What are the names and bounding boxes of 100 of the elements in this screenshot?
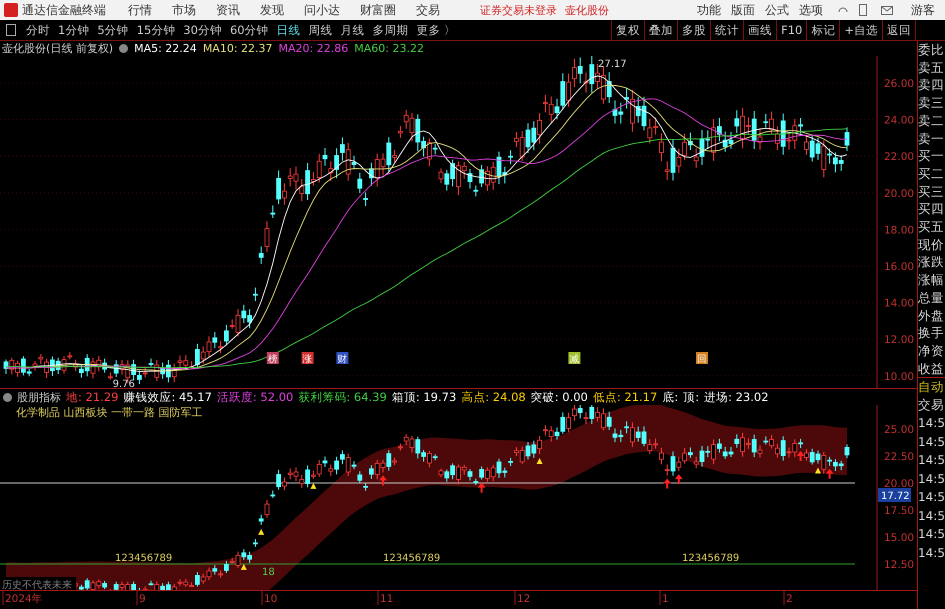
quote-field-label[interactable]: 买四	[918, 200, 945, 218]
period-tab[interactable]: 更多 〉	[412, 20, 460, 40]
time-label: 14:5	[918, 470, 945, 488]
quote-field-label[interactable]: 卖四	[918, 76, 945, 94]
menu-item[interactable]: 行情	[128, 2, 152, 18]
mode-label[interactable]: 自动	[918, 377, 945, 396]
menu-item[interactable]: 问小达	[304, 2, 340, 18]
event-marker[interactable]: 榜	[266, 352, 279, 365]
price-axis-label: 12.00	[884, 334, 914, 346]
quote-field-label[interactable]: 涨跌	[918, 253, 945, 272]
login-status: 证券交易未登录	[480, 2, 557, 18]
menu-item[interactable]: 公式	[765, 2, 789, 18]
quote-field-label[interactable]: 买五	[918, 218, 945, 236]
moving-average-value: MA10: 22.37	[202, 42, 273, 55]
indicator-reading: 地: 21.29	[66, 390, 118, 404]
high-price-label: 27.17	[598, 59, 627, 70]
menu-item[interactable]: 资讯	[216, 2, 240, 18]
chart-title: 壶化股份(日线 前复权)	[2, 41, 114, 56]
moving-average-value: MA60: 23.22	[354, 42, 424, 55]
price-axis-label: 14.00	[884, 298, 914, 310]
period-tab[interactable]: 30分钟	[179, 20, 226, 40]
moving-average-value: MA5: 22.24	[134, 42, 197, 55]
indicator-reading: 活跃度: 52.00	[216, 390, 294, 404]
moving-average-value: MA20: 22.86	[278, 42, 348, 55]
time-label: 14:5	[918, 489, 945, 506]
quote-field-label[interactable]: 收益	[918, 360, 945, 378]
date-axis-label: 12	[517, 593, 530, 605]
event-marker[interactable]: 财	[336, 352, 348, 365]
counter-label: 123456789	[383, 553, 440, 564]
menu-item[interactable]: 交易	[416, 2, 440, 18]
date-axis-label: 11	[380, 593, 394, 605]
low-price-label: 9.76	[112, 378, 135, 388]
quote-field-label[interactable]: 外盘	[918, 306, 945, 324]
counter-label: 18	[262, 567, 275, 578]
menu-item[interactable]: 版面	[731, 2, 755, 18]
menu-item[interactable]: 市场	[172, 2, 196, 18]
price-axis-label: 25.00	[884, 424, 914, 436]
period-tab[interactable]: 1分钟	[54, 20, 94, 40]
time-label: 14:5	[918, 508, 945, 525]
indicator-reading: 赚钱效应: 45.17	[123, 390, 212, 404]
indicator-reading: 低点: 21.17	[592, 390, 658, 404]
date-axis-label: 1	[662, 593, 669, 605]
quote-field-label[interactable]: 卖三	[918, 94, 945, 112]
period-tab[interactable]: 多周期	[368, 20, 413, 40]
counter-label: 123456789	[682, 553, 740, 564]
disclaimer-text: 历史不代表未来	[2, 580, 72, 590]
quote-field-label[interactable]: 买二	[918, 164, 945, 183]
quote-field-label[interactable]: 委比	[918, 41, 945, 59]
app-title: 通达信金融终端	[22, 2, 106, 18]
quote-field-label[interactable]: 净资	[918, 342, 945, 360]
mode-label[interactable]: 交易	[918, 396, 945, 414]
price-axis-label: 20.00	[884, 478, 914, 490]
menu-item[interactable]: 发现	[260, 2, 284, 18]
quote-field-label[interactable]: 买一	[918, 147, 945, 165]
indicator-reading: 箱顶: 19.73	[392, 390, 456, 404]
indicator-name: 股朋指标	[17, 390, 61, 404]
quote-field-label[interactable]: 买三	[918, 182, 945, 200]
period-tab[interactable]: 60分钟	[226, 20, 273, 40]
price-axis-label: 18.00	[884, 224, 914, 236]
sector-tags: 化学制品 山西板块 一带一路 国防军工	[16, 405, 202, 420]
period-tab[interactable]: 5分钟	[93, 20, 133, 40]
menu-item[interactable]: 选项	[799, 2, 823, 18]
period-tab[interactable]: 日线	[272, 20, 305, 40]
indicator-reading: 进场: 23.02	[704, 390, 769, 404]
quote-field-label[interactable]: 卖一	[918, 130, 945, 148]
period-tab[interactable]: 周线	[304, 20, 337, 40]
quote-field-label[interactable]: 换手	[918, 324, 945, 342]
menu-item[interactable]: 财富圈	[360, 2, 396, 18]
price-tag: 17.72	[878, 488, 911, 502]
time-label: 14:5	[918, 544, 945, 562]
quote-field-label[interactable]: 卖二	[918, 112, 945, 130]
quote-field-label[interactable]: 现价	[918, 236, 945, 254]
event-marker[interactable]: 涨	[302, 352, 314, 365]
price-axis-label: 17.50	[884, 505, 914, 517]
quote-field-label[interactable]: 总量	[918, 288, 945, 307]
period-tab[interactable]: 月线	[336, 20, 369, 40]
user-name[interactable]: 游客	[911, 2, 935, 18]
price-axis-label: 20.00	[884, 188, 914, 200]
quote-field-label[interactable]: 涨幅	[918, 271, 945, 289]
time-label: 14:5	[918, 415, 945, 432]
menu-item[interactable]: 功能	[697, 2, 721, 18]
period-tab[interactable]: 15分钟	[132, 20, 180, 40]
price-axis-label: 26.00	[884, 78, 914, 90]
date-axis-label: 9	[139, 593, 146, 605]
indicator-reading: 底:	[662, 390, 678, 404]
price-axis-label: 16.00	[884, 261, 914, 273]
time-label: 14:5	[918, 434, 945, 451]
period-tab[interactable]: 分时	[22, 20, 54, 40]
price-axis-label: 22.50	[884, 451, 914, 463]
stock-name: 壶化股份	[565, 2, 609, 18]
price-axis-label: 24.00	[884, 114, 914, 127]
quote-field-label[interactable]: 卖五	[918, 58, 945, 76]
time-label: 14:5	[918, 452, 945, 470]
price-axis-label: 22.00	[884, 151, 914, 164]
date-axis-label: 2024年	[5, 593, 43, 605]
counter-label: 123456789	[115, 553, 172, 564]
indicator-reading: 突破: 0.00	[530, 390, 588, 404]
date-axis-label: 2	[786, 593, 793, 605]
time-label: 14:5	[918, 526, 945, 544]
price-axis-label: 10.00	[884, 370, 914, 383]
